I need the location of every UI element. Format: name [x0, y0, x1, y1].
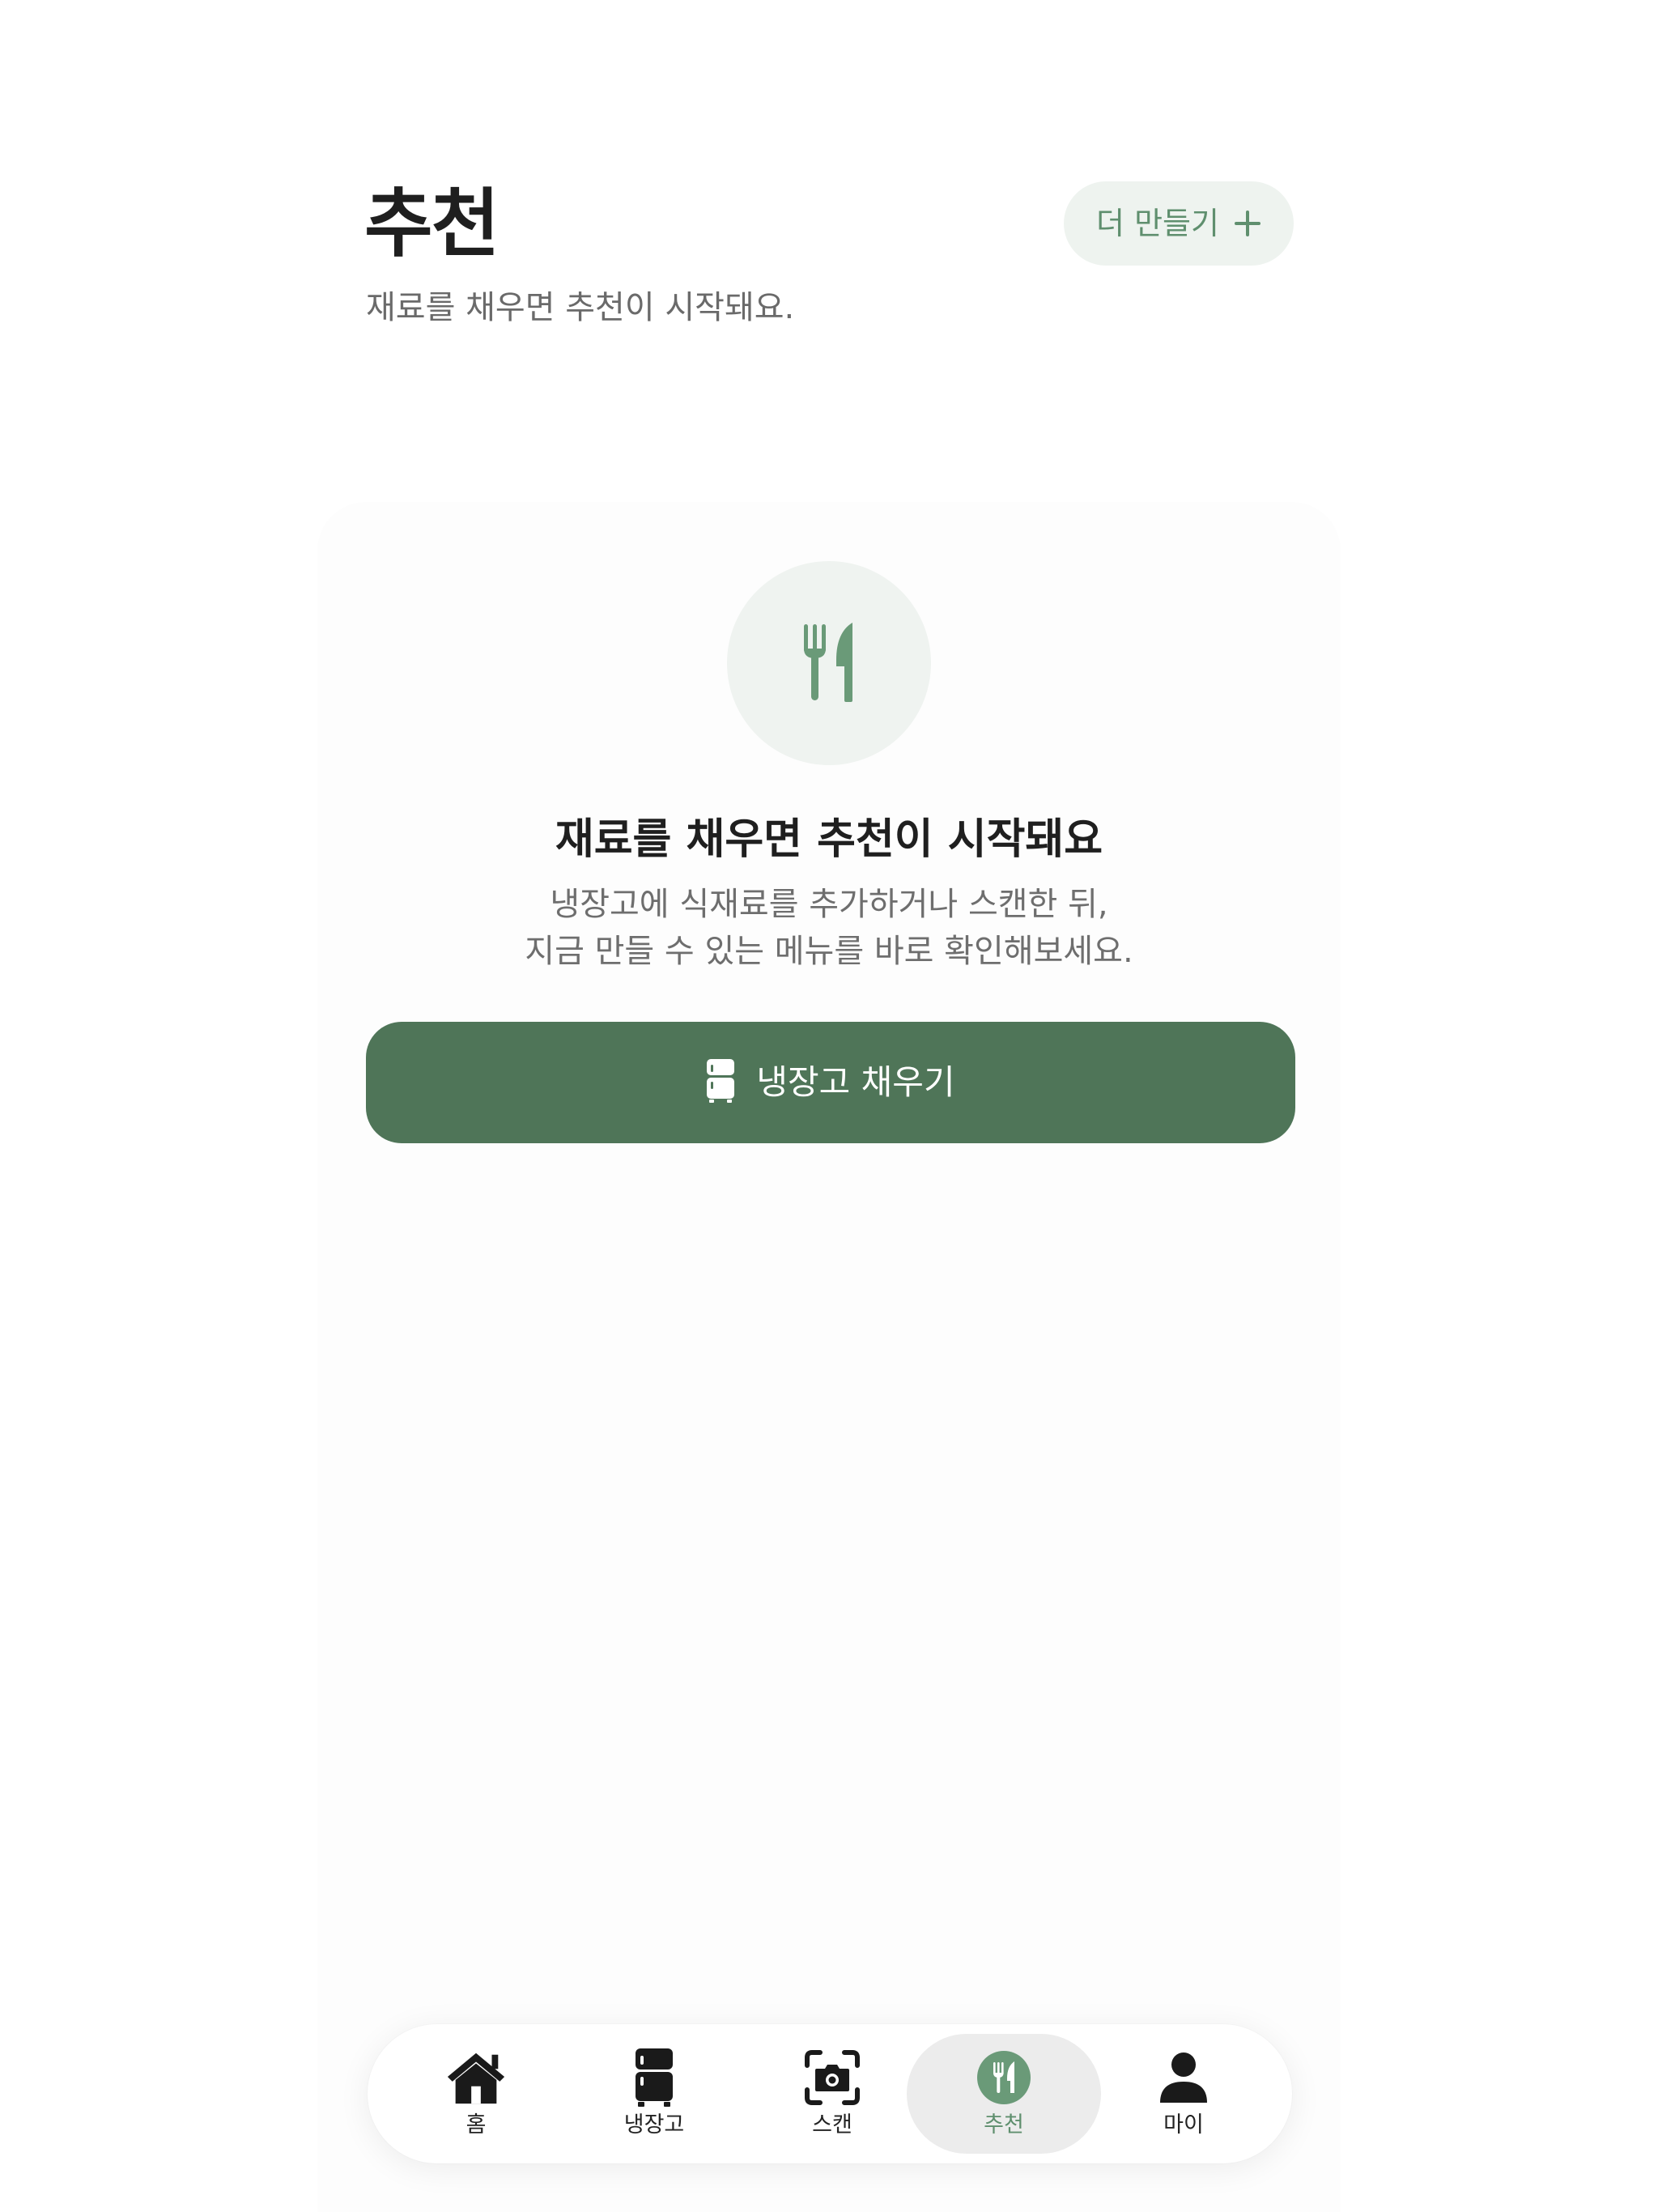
empty-state-icon-circle	[727, 561, 931, 765]
tab-label: 냉장고	[623, 2112, 685, 2138]
tab-label: 홈	[466, 2112, 487, 2138]
make-more-button-label: 더 만들기	[1096, 206, 1219, 241]
tab-label: 마이	[1163, 2112, 1204, 2138]
empty-state-description: 냉장고에 식재료를 추가하거나 스캔한 뒤, 지금 만들 수 있는 메뉴를 바로…	[317, 881, 1341, 975]
tab-label: 스캔	[812, 2112, 852, 2138]
home-icon	[444, 2048, 508, 2108]
empty-state-description-line: 냉장고에 식재료를 추가하거나 스캔한 뒤,	[550, 886, 1108, 923]
refrigerator-icon	[623, 2048, 686, 2108]
tab-my[interactable]: 마이	[1086, 2034, 1281, 2154]
fork-knife-icon	[801, 621, 857, 705]
plus-icon	[1234, 210, 1261, 237]
refrigerator-icon	[706, 1058, 735, 1107]
page-title: 추천	[364, 181, 500, 267]
fork-knife-icon	[972, 2048, 1035, 2108]
page-subtitle: 재료를 채우면 추천이 시작돼요.	[366, 289, 795, 326]
tab-recommend[interactable]: 추천	[907, 2034, 1101, 2154]
recommend-screen: 추천 재료를 채우면 추천이 시작돼요. 더 만들기 재료를 채우면 추천이 시…	[0, 0, 1658, 2212]
tab-home[interactable]: 홈	[379, 2034, 573, 2154]
empty-state-title: 재료를 채우면 추천이 시작돼요	[555, 815, 1103, 864]
tab-scan[interactable]: 스캔	[735, 2034, 929, 2154]
fill-fridge-button[interactable]: 냉장고 채우기	[366, 1022, 1295, 1143]
tab-refrigerator[interactable]: 냉장고	[557, 2034, 751, 2154]
person-icon	[1152, 2048, 1215, 2108]
make-more-button[interactable]: 더 만들기	[1064, 181, 1294, 266]
tab-label: 추천	[984, 2112, 1024, 2138]
camera-scan-icon	[801, 2048, 864, 2108]
bottom-tab-bar: 홈 냉장고 스캔 추천 마이	[368, 2024, 1292, 2163]
empty-state-description-line: 지금 만들 수 있는 메뉴를 바로 확인해보세요.	[525, 933, 1133, 970]
fill-fridge-button-label: 냉장고 채우기	[756, 1062, 955, 1102]
